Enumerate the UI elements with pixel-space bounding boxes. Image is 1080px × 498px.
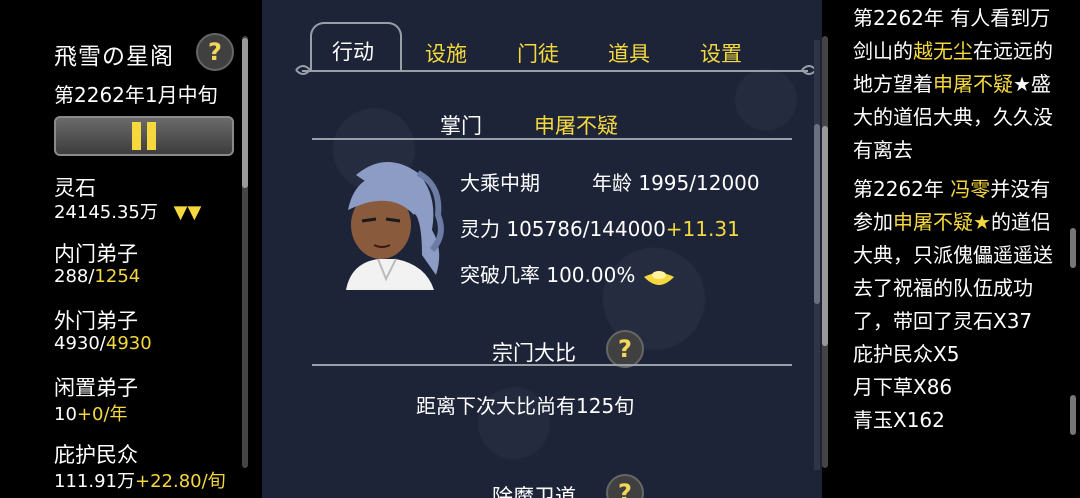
question-icon: ? — [208, 38, 222, 66]
log-highlight-name[interactable]: 越无尘 — [913, 39, 973, 63]
sect-info-panel: 飛雪の星阁 ? 第2262年1月中旬 灵石 24145.35万 ▼▼ 内门弟子 … — [0, 0, 262, 498]
tab-items[interactable]: 道具 — [608, 38, 650, 68]
tab-action[interactable]: 行动 — [332, 36, 374, 66]
log-entry: 第2262年 冯零并没有参加申屠不疑★的道侣大典，只派傀儡遥遥送去了祝福的队伍成… — [853, 173, 1063, 338]
tabs-divider — [302, 70, 808, 72]
sect-help-button[interactable]: ? — [196, 33, 234, 71]
leader-title: 掌门 — [440, 114, 482, 138]
gold-ingot-icon — [643, 270, 674, 285]
tournament-countdown: 距离下次大比尚有125旬 — [416, 394, 635, 418]
stat-label-inner-disciples: 内门弟子 — [54, 242, 138, 266]
question-icon: ? — [618, 479, 632, 498]
log-highlight-name[interactable]: 冯零 — [950, 177, 990, 201]
sect-name: 飛雪の星阁 — [54, 44, 174, 70]
log-entry: 青玉X162 — [853, 404, 1063, 437]
demon-title: 除魔卫道 — [492, 485, 576, 498]
pause-button[interactable] — [54, 116, 234, 156]
tab-disciples[interactable]: 门徒 — [517, 38, 559, 68]
game-screen: 飛雪の星阁 ? 第2262年1月中旬 灵石 24145.35万 ▼▼ 内门弟子 … — [0, 0, 1080, 498]
stat-value-protected-people: 111.91万+22.80/旬 — [54, 471, 226, 492]
log-entry: 月下草X86 — [853, 371, 1063, 404]
leader-realm: 大乘中期 — [460, 171, 540, 195]
main-panel: 行动 设施 门徒 道具 设置 掌门 申屠不疑 大乘中期 年龄 1995/1200… — [262, 0, 822, 498]
tab-facilities[interactable]: 设施 — [425, 38, 467, 68]
main-scrollbar[interactable] — [814, 40, 820, 470]
tournament-help-button[interactable]: ? — [606, 330, 644, 368]
stat-value-inner-disciples: 288/1254 — [54, 266, 141, 287]
leader-divider — [312, 138, 792, 140]
leader-portrait[interactable] — [326, 155, 446, 290]
leader-breakthrough: 突破几率 100.00% — [460, 259, 676, 288]
stat-label-protected-people: 庇护民众 — [54, 443, 138, 467]
tournament-divider — [312, 364, 792, 366]
log-entry: 庇护民众X5 — [853, 338, 1063, 371]
decrease-arrows-icon: ▼▼ — [173, 202, 202, 223]
stat-label-outer-disciples: 外门弟子 — [54, 309, 138, 333]
log-scrollbar[interactable] — [822, 36, 828, 468]
stat-label-idle-disciples: 闲置弟子 — [54, 376, 138, 400]
log-text: 第2262年 — [853, 177, 951, 201]
pause-icon — [132, 122, 156, 150]
event-log-panel: 第2262年 有人看到万剑山的越无尘在远远的地方望着申屠不疑★盛大的道侣大典，久… — [822, 0, 1080, 498]
log-text: 庇护民众X5 — [853, 342, 960, 366]
demon-help-button[interactable]: ? — [606, 474, 644, 498]
leader-age: 年龄 1995/12000 — [592, 171, 760, 195]
stat-value-spirit-stone: 24145.35万 ▼▼ — [54, 202, 202, 223]
log-highlight-name[interactable]: 申屠不疑★ — [893, 210, 991, 234]
tournament-title: 宗门大比 — [492, 341, 576, 365]
leader-power: 灵力 105786/144000+11.31 — [460, 217, 740, 241]
log-entry: 第2262年 有人看到万剑山的越无尘在远远的地方望着申屠不疑★盛大的道侣大典，久… — [853, 2, 1063, 167]
leader-name[interactable]: 申屠不疑 — [534, 110, 618, 140]
stat-value-idle-disciples: 10+0/年 — [54, 404, 128, 425]
question-icon: ? — [618, 335, 632, 363]
event-log: 第2262年 有人看到万剑山的越无尘在远远的地方望着申屠不疑★盛大的道侣大典，久… — [853, 2, 1063, 437]
tab-bar-ornament-left — [295, 65, 312, 75]
right-edge-scroll — [1066, 0, 1080, 498]
left-scrollbar[interactable] — [242, 36, 248, 468]
stat-value-outer-disciples: 4930/4930 — [54, 333, 152, 354]
log-highlight-name[interactable]: 申屠不疑 — [933, 72, 1013, 96]
log-text: 月下草X86 — [853, 375, 953, 399]
log-text: 青玉X162 — [853, 408, 945, 432]
tab-settings[interactable]: 设置 — [700, 38, 742, 68]
game-date: 第2262年1月中旬 — [54, 83, 218, 107]
